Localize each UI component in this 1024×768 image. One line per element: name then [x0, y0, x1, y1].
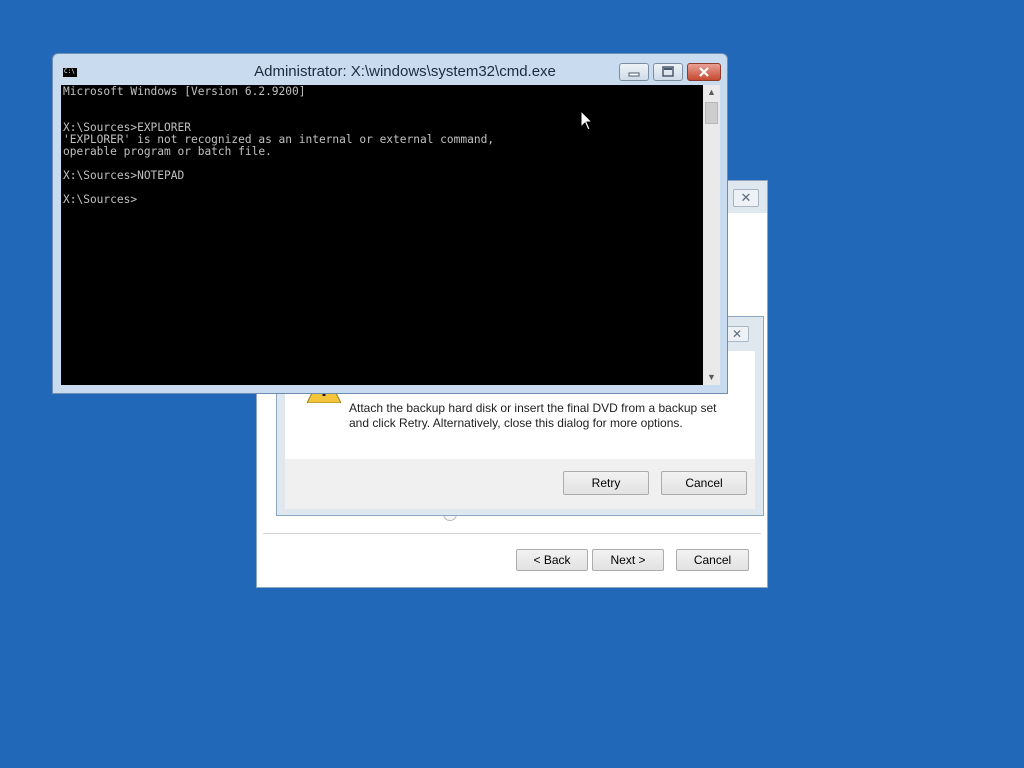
wizard-cancel-button[interactable]: Cancel: [676, 549, 749, 571]
scroll-down-button[interactable]: ▼: [703, 370, 720, 385]
dialog-close-button[interactable]: ✕: [725, 326, 749, 342]
vertical-scrollbar[interactable]: ▲ ▼: [703, 85, 720, 385]
scroll-thumb[interactable]: [705, 102, 718, 124]
console-output[interactable]: Microsoft Windows [Version 6.2.9200] X:\…: [61, 85, 703, 385]
minimize-icon: [628, 72, 640, 77]
next-button[interactable]: Next >: [592, 549, 664, 571]
console-line: X:\Sources>NOTEPAD: [63, 169, 185, 182]
maximize-icon: [662, 66, 674, 77]
cmd-titlebar[interactable]: C:\ Administrator: X:\windows\system32\c…: [53, 54, 727, 85]
mouse-cursor-icon: [580, 110, 594, 131]
close-icon: ✕: [740, 190, 752, 205]
close-button[interactable]: [687, 63, 721, 81]
close-icon: ✕: [731, 327, 743, 341]
console-line: X:\Sources>: [63, 193, 138, 206]
console-line: Microsoft Windows [Version 6.2.9200]: [63, 85, 306, 98]
wizard-close-button[interactable]: ✕: [733, 189, 759, 207]
console-line: operable program or batch file.: [63, 145, 272, 158]
minimize-button[interactable]: [619, 63, 649, 81]
console-text: Microsoft Windows [Version 6.2.9200] X:\…: [63, 86, 494, 206]
chevron-down-icon: ▼: [707, 372, 716, 382]
close-icon: [699, 67, 709, 77]
maximize-button[interactable]: [653, 63, 683, 81]
retry-button[interactable]: Retry: [563, 471, 649, 495]
wizard-footer-divider: [263, 533, 761, 534]
chevron-up-icon: ▲: [707, 87, 716, 97]
dialog-message: Attach the backup hard disk or insert th…: [349, 401, 717, 430]
scroll-up-button[interactable]: ▲: [703, 85, 720, 100]
back-button[interactable]: < Back: [516, 549, 588, 571]
dialog-cancel-button[interactable]: Cancel: [661, 471, 747, 495]
cmd-window: C:\ Administrator: X:\windows\system32\c…: [52, 53, 728, 394]
